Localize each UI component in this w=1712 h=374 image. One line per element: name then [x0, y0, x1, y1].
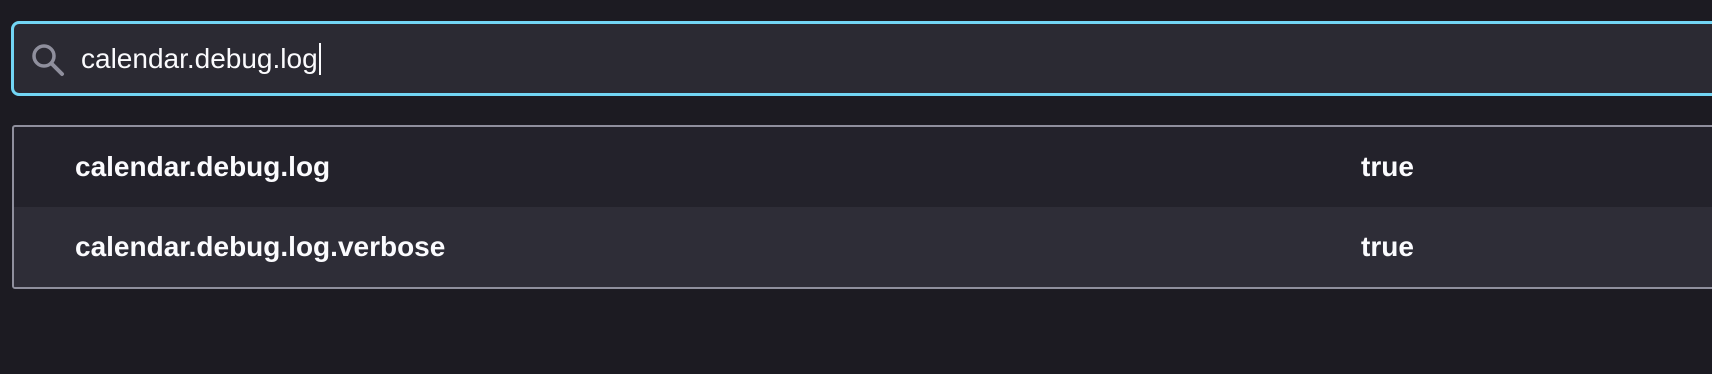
search-box[interactable]: calendar.debug.log: [11, 21, 1712, 96]
search-icon: [31, 43, 65, 77]
search-input-value: calendar.debug.log: [81, 43, 318, 74]
pref-value[interactable]: true: [1361, 207, 1414, 287]
pref-name: calendar.debug.log.verbose: [75, 231, 446, 262]
pref-row[interactable]: calendar.debug.log true: [14, 127, 1712, 207]
pref-row[interactable]: calendar.debug.log.verbose true: [14, 207, 1712, 287]
preferences-table: calendar.debug.log true calendar.debug.l…: [12, 125, 1712, 289]
pref-name: calendar.debug.log: [75, 151, 331, 182]
search-input[interactable]: calendar.debug.log: [81, 24, 1581, 93]
text-caret: [318, 42, 321, 75]
pref-value[interactable]: true: [1361, 127, 1414, 207]
about-config-page: calendar.debug.log calendar.debug.log tr…: [0, 0, 1712, 374]
